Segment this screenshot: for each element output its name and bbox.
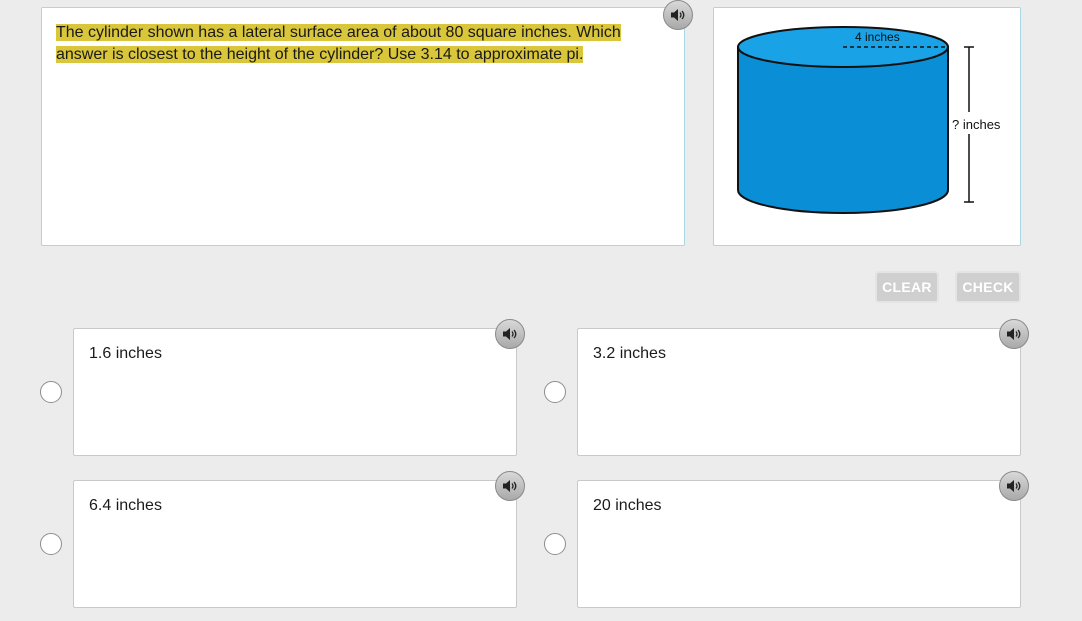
choice-label: 6.4 inches [89, 497, 162, 514]
speaker-icon [503, 480, 517, 492]
radio-choice-d[interactable] [544, 533, 566, 555]
choice-a-audio-button[interactable] [495, 319, 525, 349]
choice-c-audio-button[interactable] [495, 471, 525, 501]
choice-card-c[interactable]: 6.4 inches [73, 480, 517, 608]
radio-choice-b[interactable] [544, 381, 566, 403]
choice-label: 3.2 inches [593, 345, 666, 362]
choice-card-b[interactable]: 3.2 inches [577, 328, 1021, 456]
radius-label: 4 inches [855, 30, 900, 44]
choice-label: 20 inches [593, 497, 662, 514]
radio-choice-c[interactable] [40, 533, 62, 555]
choice-card-d[interactable]: 20 inches [577, 480, 1021, 608]
speaker-icon [671, 9, 685, 21]
question-text: The cylinder shown has a lateral surface… [56, 22, 670, 66]
question-audio-button[interactable] [663, 0, 693, 30]
radio-choice-a[interactable] [40, 381, 62, 403]
check-button[interactable]: CHECK [955, 271, 1021, 303]
clear-button[interactable]: CLEAR [875, 271, 939, 303]
choice-b-audio-button[interactable] [999, 319, 1029, 349]
choice-d-audio-button[interactable] [999, 471, 1029, 501]
question-highlight: The cylinder shown has a lateral surface… [56, 24, 621, 63]
height-label: ? inches [952, 117, 1001, 132]
figure-panel: 4 inches ? inches [713, 7, 1021, 246]
speaker-icon [1007, 480, 1021, 492]
cylinder-body [737, 46, 949, 214]
speaker-icon [1007, 328, 1021, 340]
question-panel: The cylinder shown has a lateral surface… [41, 7, 685, 246]
speaker-icon [503, 328, 517, 340]
choice-card-a[interactable]: 1.6 inches [73, 328, 517, 456]
choice-label: 1.6 inches [89, 345, 162, 362]
